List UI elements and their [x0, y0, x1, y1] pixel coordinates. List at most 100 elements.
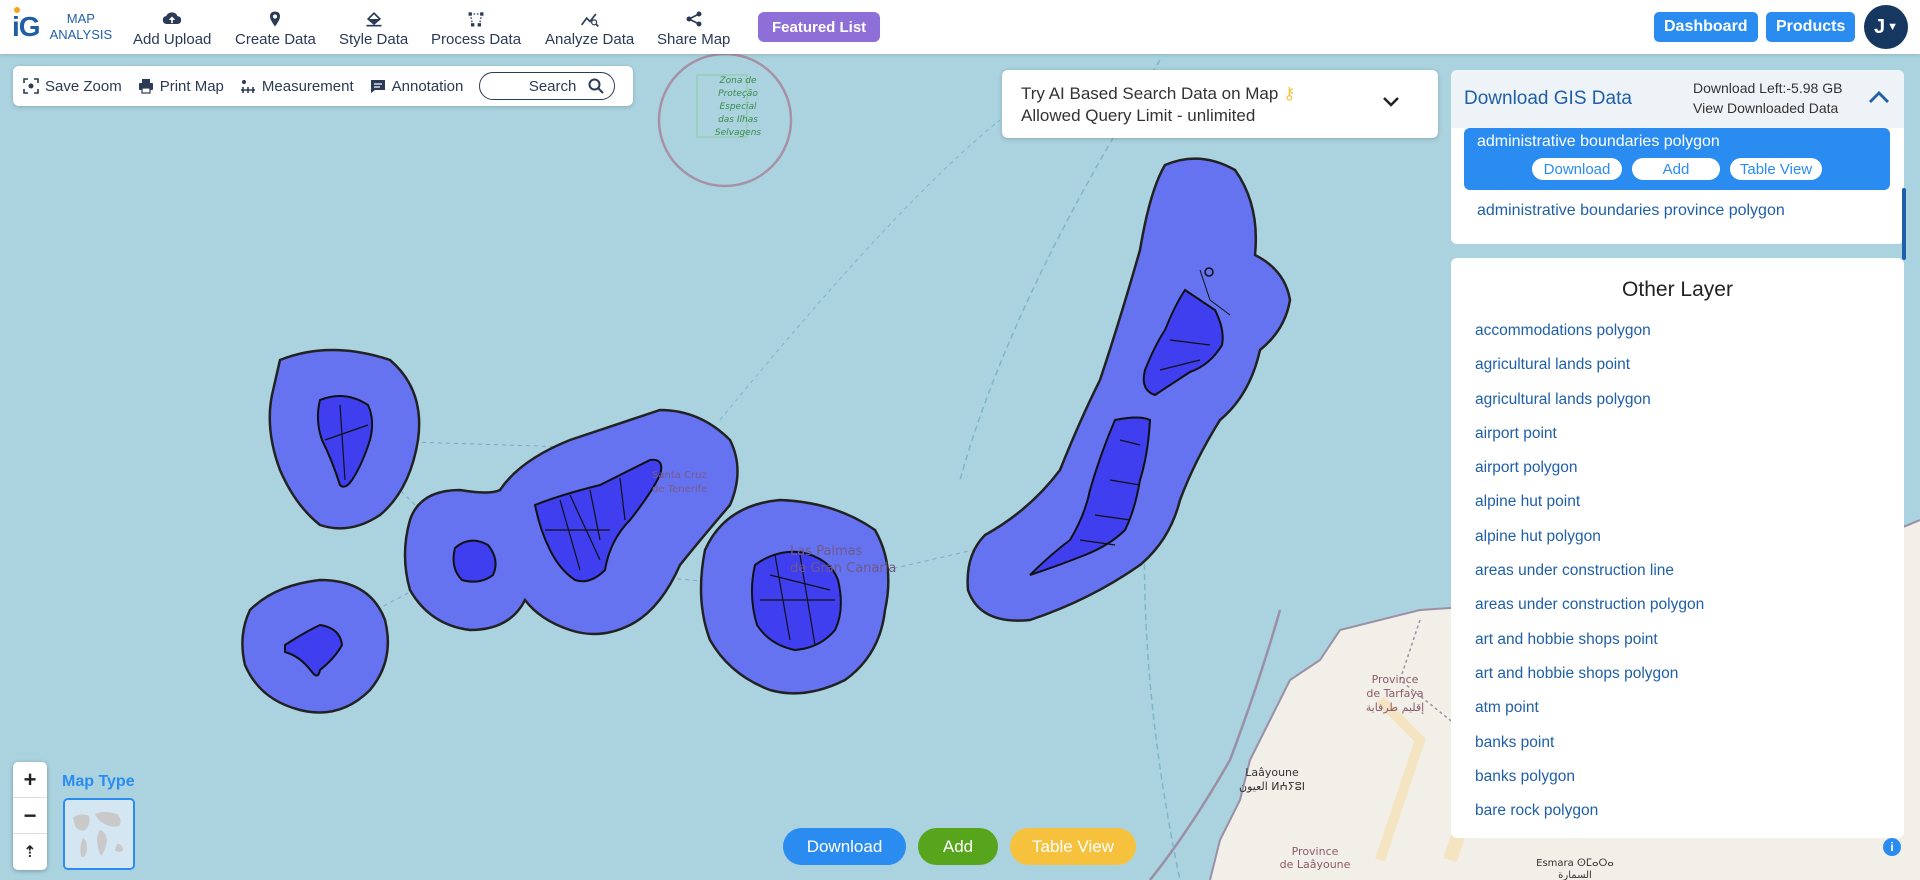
nav-process-data[interactable]: Process Data [431, 6, 521, 48]
layer-item[interactable]: agricultural lands point [1475, 356, 1704, 390]
comment-icon [370, 80, 385, 93]
map-label: Esmara ⵙⵎⴰⵔⴰ [1536, 858, 1614, 869]
reset-north-button[interactable]: ⇡ [13, 834, 47, 870]
map-type-label: Map Type [62, 773, 135, 790]
layer-download-button[interactable]: Download [1532, 158, 1622, 180]
nav-label: Create Data [235, 31, 316, 48]
other-layer-list: accommodations polygon agricultural land… [1475, 322, 1704, 836]
other-layer-panel: Other Layer accommodations polygon agric… [1451, 258, 1904, 838]
measurement-label: Measurement [261, 77, 354, 95]
analyze-chart-icon [580, 13, 599, 28]
ai-query-limit: Allowed Query Limit - unlimited [1021, 106, 1256, 125]
view-downloaded-link[interactable]: View Downloaded Data [1693, 100, 1838, 116]
la-gomera-island [452, 539, 497, 583]
app-logo[interactable]: iG MAP ANALYSIS [12, 7, 113, 46]
layer-item[interactable]: alpine hut polygon [1475, 528, 1704, 562]
layer-item[interactable]: airport polygon [1475, 459, 1704, 493]
nav-style-data[interactable]: Style Data [339, 6, 408, 48]
search-label: Search [528, 77, 577, 95]
save-zoom-label: Save Zoom [45, 77, 122, 95]
map-label: Selvagens [715, 128, 762, 138]
map-label: Zona de [718, 76, 756, 86]
annotation-button[interactable]: Annotation [370, 77, 464, 95]
map-label: Province [1372, 673, 1419, 686]
map-label: Province [1292, 845, 1339, 858]
download-left-text: Download Left:-5.98 GB [1693, 80, 1843, 96]
map-label: Las Palmas [790, 544, 863, 559]
save-zoom-button[interactable]: Save Zoom [23, 78, 122, 95]
other-layer-title: Other Layer [1622, 278, 1733, 301]
map-label: de Gran Canaria [790, 561, 896, 576]
zoom-out-button[interactable]: − [13, 798, 47, 834]
nav-create-data[interactable]: Create Data [235, 6, 316, 48]
process-nodes-icon [468, 12, 484, 27]
print-map-label: Print Map [159, 77, 224, 95]
map-label: Santa Cruz [652, 470, 707, 481]
map-label: de Tarfaya [1366, 687, 1423, 700]
selected-layer-card[interactable]: administrative boundaries polygon Downlo… [1464, 128, 1890, 190]
map-label: Laâyoune [1245, 766, 1299, 779]
panel-scrollbar[interactable] [1902, 188, 1906, 260]
layer-item[interactable]: art and hobbie shops point [1475, 631, 1704, 665]
nav-share-map[interactable]: Share Map [657, 6, 730, 48]
download-button[interactable]: Download [783, 828, 906, 865]
annotation-label: Annotation [391, 77, 464, 95]
ai-search-panel[interactable]: Try AI Based Search Data on Map ⚷ Allowe… [1002, 70, 1438, 138]
map-label: إقليم طرفاية [1366, 701, 1425, 714]
gis-panel-header: Download GIS Data Download Left:-5.98 GB… [1451, 70, 1904, 128]
layer-item[interactable]: areas under construction line [1475, 562, 1704, 596]
map-label: العيون ⵍⵄⵢⵓⵏ [1239, 780, 1305, 793]
dashboard-button[interactable]: Dashboard [1654, 12, 1758, 42]
map-label: das Ilhas [718, 115, 758, 125]
nav-label: Process Data [431, 31, 522, 48]
layer-item[interactable]: agricultural lands polygon [1475, 391, 1704, 425]
map-label: de Laâyoune [1280, 858, 1351, 871]
map-label: de Tenerife [652, 484, 707, 495]
map-label: Proteção [718, 89, 758, 99]
print-map-button[interactable]: Print Map [138, 78, 224, 95]
nav-label: Share Map [657, 31, 731, 48]
nav-analyze-data[interactable]: Analyze Data [545, 6, 634, 48]
map-search-button[interactable]: Search [479, 72, 616, 100]
ruler-icon [240, 80, 255, 93]
map-label: Especial [719, 102, 757, 112]
zoom-controls: + − ⇡ [13, 762, 47, 870]
layer-item[interactable]: bare rock polygon [1475, 802, 1704, 836]
layer-item[interactable]: accommodations polygon [1475, 322, 1704, 356]
table-view-button[interactable]: Table View [1010, 828, 1136, 865]
map-type-thumbnail[interactable] [63, 798, 135, 870]
download-gis-panel: Download GIS Data Download Left:-5.98 GB… [1451, 70, 1904, 244]
layer-table-view-button[interactable]: Table View [1730, 158, 1822, 180]
layer-item[interactable]: art and hobbie shops polygon [1475, 665, 1704, 699]
layer-item[interactable]: banks polygon [1475, 768, 1704, 802]
products-button[interactable]: Products [1766, 12, 1856, 42]
nav-label: Add Upload [133, 31, 212, 48]
caret-down-icon: ▼ [1887, 21, 1898, 33]
top-navbar: iG MAP ANALYSIS Add Upload Create Data S… [0, 0, 1920, 54]
featured-list-button[interactable]: Featured List [758, 12, 881, 42]
ai-search-title: Try AI Based Search Data on Map [1021, 84, 1279, 103]
map-pin-icon [270, 11, 281, 27]
logo-line2: ANALYSIS [49, 27, 113, 42]
chevron-down-icon[interactable] [1382, 96, 1400, 108]
logo-mark: iG [12, 7, 41, 43]
gis-panel-title: Download GIS Data [1464, 88, 1632, 109]
focus-icon [23, 78, 39, 94]
user-avatar[interactable]: J ▼ [1864, 5, 1908, 49]
chevron-up-icon[interactable] [1868, 90, 1890, 104]
avatar-initial: J [1873, 15, 1886, 38]
layer-item[interactable]: administrative boundaries province polyg… [1477, 202, 1785, 220]
measurement-button[interactable]: Measurement [240, 78, 354, 95]
layer-item[interactable]: alpine hut point [1475, 493, 1704, 527]
nav-label: Style Data [339, 31, 409, 48]
zoom-in-button[interactable]: + [13, 762, 47, 798]
layer-item[interactable]: banks point [1475, 734, 1704, 768]
layer-item[interactable]: atm point [1475, 699, 1704, 733]
map-toolbar: Save Zoom Print Map Measurement Annotati… [13, 66, 633, 106]
layer-add-button[interactable]: Add [1632, 158, 1720, 180]
add-button[interactable]: Add [918, 828, 998, 865]
layer-item[interactable]: airport point [1475, 425, 1704, 459]
info-icon[interactable]: i [1883, 838, 1901, 856]
layer-item[interactable]: areas under construction polygon [1475, 596, 1704, 630]
nav-add-upload[interactable]: Add Upload [133, 6, 211, 48]
